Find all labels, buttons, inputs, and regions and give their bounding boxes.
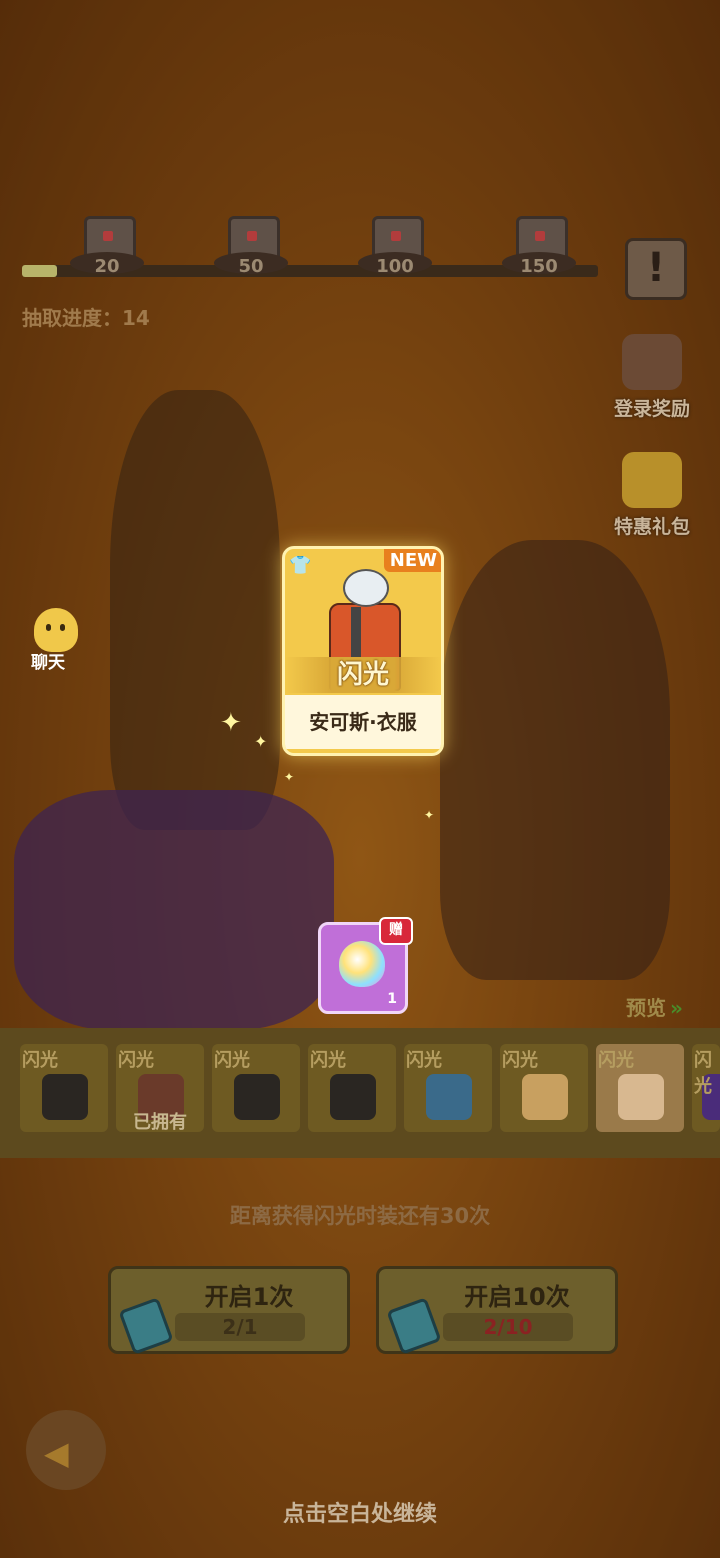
milestone-label: 150: [520, 256, 558, 277]
milestone-chest-150[interactable]: 150: [496, 212, 582, 280]
sparkle-icon: ✦: [424, 808, 435, 822]
background-icon: [618, 1074, 664, 1120]
item-name: 安可斯·衣服: [285, 695, 441, 749]
open-once-label: 开启1次: [204, 1283, 294, 1311]
owned-label: 已拥有: [133, 1112, 187, 1132]
milestone-label: 20: [94, 256, 120, 277]
reward-strip[interactable]: 闪光 闪光 已拥有 闪光 闪光 闪光 闪光 闪光 闪光: [0, 1028, 720, 1158]
strip-item[interactable]: 闪光: [212, 1044, 300, 1132]
strip-item[interactable]: 闪光: [20, 1044, 108, 1132]
pendant-icon: [426, 1074, 472, 1120]
open-ten-count: 2/10: [443, 1313, 573, 1341]
sparkle-icon: ✦: [220, 708, 242, 738]
strip-item[interactable]: 闪光: [596, 1044, 684, 1132]
strip-item[interactable]: 闪光 已拥有: [116, 1044, 204, 1132]
bonus-quantity: 1: [387, 991, 397, 1007]
strip-item[interactable]: 闪光: [308, 1044, 396, 1132]
milestone-chest-50[interactable]: 50: [208, 212, 294, 280]
rarity-label: 闪光: [285, 657, 441, 693]
reward-card[interactable]: 👕 NEW 闪光 安可斯·衣服: [282, 546, 444, 756]
shirt-icon: 👕: [289, 555, 312, 576]
open-once-button[interactable]: 开启1次 2/1: [108, 1266, 350, 1355]
login-reward-button[interactable]: 登录奖励: [604, 334, 700, 421]
preview-button[interactable]: 预览»: [626, 992, 683, 1021]
preview-label: 预览: [626, 996, 666, 1020]
bonus-item[interactable]: 1 赠: [318, 917, 413, 1014]
sparkle-icon: ✦: [254, 732, 268, 751]
double-arrow-icon: »: [670, 996, 683, 1020]
gem-icon: [339, 941, 385, 987]
open-ten-label: 开启10次: [464, 1283, 570, 1311]
sparkle-icon: ✦: [284, 770, 295, 784]
ghost-icon: [34, 608, 78, 652]
open-ten-button[interactable]: 开启10次 2/10: [376, 1266, 618, 1355]
milestone-chest-20[interactable]: 20: [64, 212, 150, 280]
boot-icon: [330, 1074, 376, 1120]
special-pack-label: 特惠礼包: [613, 516, 690, 538]
helmet-icon: [622, 334, 682, 390]
glove-icon: [234, 1074, 280, 1120]
special-pack-button[interactable]: 特惠礼包: [604, 452, 700, 539]
gift-tag: 赠: [379, 917, 413, 945]
info-button[interactable]: !: [625, 238, 687, 300]
gift-bag-icon: [622, 452, 682, 508]
login-reward-label: 登录奖励: [613, 398, 690, 420]
cape-icon: [42, 1074, 88, 1120]
open-once-count: 2/1: [175, 1313, 305, 1341]
chat-button[interactable]: 聊天: [10, 608, 86, 673]
continue-hint[interactable]: 点击空白处继续: [0, 1496, 720, 1528]
strip-item[interactable]: 闪光: [500, 1044, 588, 1132]
milestone-chest-100[interactable]: 100: [352, 212, 438, 280]
strip-item[interactable]: 闪光: [404, 1044, 492, 1132]
milestone-label: 50: [238, 256, 264, 277]
face-icon: [522, 1074, 568, 1120]
milestone-label: 100: [376, 256, 414, 277]
back-button[interactable]: ◀: [26, 1410, 106, 1490]
pity-hint: 距离获得闪光时装还有30次: [229, 1204, 491, 1228]
back-arrow-icon: ◀: [44, 1434, 69, 1472]
draw-progress-fill: [22, 265, 57, 277]
draw-progress-label: 抽取进度：14: [22, 306, 150, 330]
strip-item[interactable]: 闪光: [692, 1044, 720, 1132]
